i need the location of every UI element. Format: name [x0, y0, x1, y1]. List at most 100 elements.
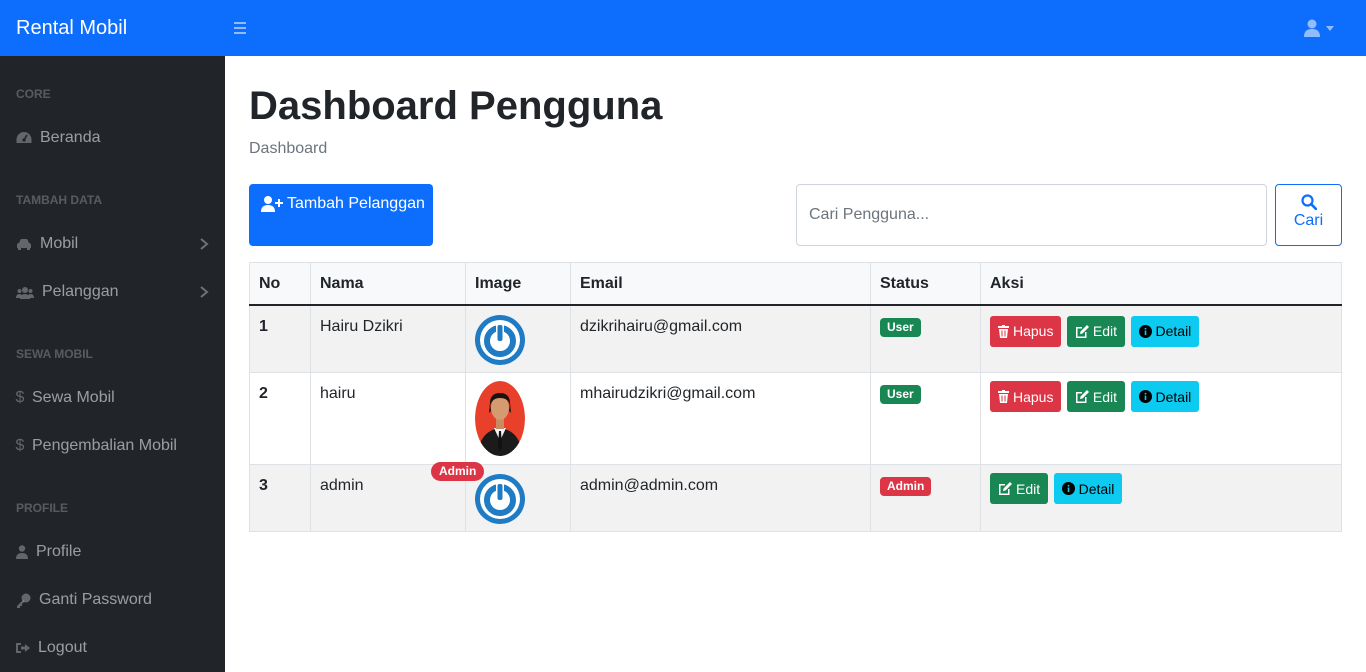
edit-label: Edit	[1092, 388, 1118, 405]
cell-no: 1	[249, 304, 311, 373]
delete-label: Hapus	[1013, 388, 1054, 405]
top-navbar: Rental Mobil	[0, 0, 1366, 56]
sidebar-item-pengembalian-mobil[interactable]: $ Pengembalian Mobil	[0, 426, 225, 466]
column-header-nama: Nama	[310, 262, 466, 306]
delete-button[interactable]: Hapus	[990, 381, 1062, 412]
add-customer-label: Tambah Pelanggan	[287, 195, 425, 212]
sidebar-item-label: Sewa Mobil	[32, 389, 115, 406]
detail-button[interactable]: Detail	[1053, 473, 1123, 504]
info-circle-icon	[1138, 390, 1152, 403]
edit-button[interactable]: Edit	[1066, 381, 1126, 412]
sidebar-item-label: Logout	[38, 639, 87, 656]
delete-label: Hapus	[1013, 323, 1054, 339]
default-avatar-logo	[475, 474, 525, 524]
table-row: 3 admin admin@admin.com Admin Edit Detai…	[249, 464, 1342, 532]
add-customer-button[interactable]: Tambah Pelanggan	[249, 184, 433, 246]
users-icon	[16, 284, 34, 300]
dollar-icon: $	[15, 437, 25, 454]
sidebar-item-mobil[interactable]: Mobil	[0, 224, 225, 264]
cell-nama: Hairu Dzikri	[310, 304, 466, 373]
sidebar-item-logout[interactable]: Logout	[0, 628, 225, 668]
cell-nama: hairu	[310, 372, 466, 465]
search-icon	[1300, 194, 1317, 210]
table-row: 2 hairu mhairudzikri@gmail.com User Hapu…	[249, 372, 1342, 465]
user-dropdown[interactable]	[1300, 16, 1340, 40]
sidebar-heading-tambah-data: TAMBAH DATA	[16, 193, 102, 207]
cell-email: dzikrihairu@gmail.com	[570, 304, 871, 373]
navbar-brand[interactable]: Rental Mobil	[16, 16, 127, 40]
cell-actions: Hapus Edit Detail	[980, 304, 1342, 373]
info-circle-icon	[1138, 324, 1152, 338]
user-icon	[16, 544, 28, 560]
sidebar-item-sewa-mobil[interactable]: $ Sewa Mobil	[0, 378, 225, 418]
car-icon	[16, 236, 32, 252]
cell-status: User	[870, 304, 981, 373]
tachometer-icon	[16, 130, 32, 146]
cell-status: Admin	[870, 464, 981, 532]
sidebar-item-label: Beranda	[40, 129, 101, 146]
column-header-email: Email	[570, 262, 871, 306]
trash-icon	[998, 390, 1009, 403]
sidebar-item-label: Mobil	[40, 235, 79, 252]
edit-button[interactable]: Edit	[1066, 315, 1126, 347]
info-circle-icon	[1061, 482, 1075, 495]
edit-label: Edit	[1092, 323, 1118, 339]
breadcrumb[interactable]: Dashboard	[249, 139, 327, 159]
cell-no: 2	[249, 372, 311, 465]
user-icon	[1304, 19, 1320, 37]
sidebar-item-profile[interactable]: Profile	[0, 532, 225, 572]
cell-image	[465, 372, 571, 465]
search-input[interactable]	[796, 184, 1267, 246]
cell-actions: Edit Detail	[980, 464, 1342, 532]
sidebar-item-ganti-password[interactable]: Ganti Password	[0, 580, 225, 620]
edit-icon	[1075, 324, 1089, 338]
status-badge: User	[880, 385, 921, 404]
chevron-right-icon	[200, 238, 209, 250]
cell-email: mhairudzikri@gmail.com	[570, 372, 871, 465]
dollar-icon: $	[15, 389, 25, 406]
detail-label: Detail	[1078, 480, 1115, 497]
search-button-label: Cari	[1293, 212, 1324, 229]
user-plus-icon	[261, 196, 283, 212]
cell-actions: Hapus Edit Detail	[980, 372, 1342, 465]
detail-label: Detail	[1155, 323, 1192, 339]
search-button[interactable]: Cari	[1275, 184, 1342, 246]
column-header-image: Image	[465, 262, 571, 306]
sidebar-toggle-icon[interactable]	[232, 20, 248, 36]
sidebar-item-label: Pelanggan	[42, 283, 119, 300]
caret-down-icon	[1326, 26, 1334, 31]
edit-icon	[999, 482, 1012, 495]
sign-out-icon	[16, 640, 30, 656]
sidebar-item-beranda[interactable]: Beranda	[0, 118, 225, 158]
sidebar-item-label: Profile	[36, 543, 82, 560]
detail-button[interactable]: Detail	[1130, 381, 1200, 412]
default-avatar-logo	[475, 314, 525, 365]
edit-button[interactable]: Edit	[990, 473, 1049, 504]
cell-no: 3	[249, 464, 311, 532]
sidebar-item-label: Pengembalian Mobil	[32, 437, 177, 454]
delete-button[interactable]: Hapus	[990, 315, 1062, 347]
user-photo	[475, 381, 525, 456]
cell-email: admin@admin.com	[570, 464, 871, 532]
column-header-status: Status	[870, 262, 981, 306]
key-icon	[16, 592, 31, 608]
status-badge: Admin	[880, 477, 932, 496]
sidebar: CORE Beranda TAMBAH DATA Mobil Pelanggan…	[0, 56, 225, 672]
column-header-aksi: Aksi	[980, 262, 1342, 306]
sidebar-heading-core: CORE	[16, 87, 51, 101]
sidebar-heading-profile: PROFILE	[16, 501, 69, 515]
table-row: 1 Hairu Dzikri dzikrihairu@gmail.com Use…	[249, 304, 1342, 373]
cell-image	[465, 304, 571, 373]
sidebar-item-label: Ganti Password	[39, 591, 152, 608]
sidebar-item-pelanggan[interactable]: Pelanggan	[0, 272, 225, 312]
column-header-no: No	[249, 262, 311, 306]
detail-button[interactable]: Detail	[1130, 315, 1200, 347]
cell-status: User	[870, 372, 981, 465]
detail-label: Detail	[1155, 388, 1192, 405]
users-table: No Nama Image Email Status Aksi 1 Hairu …	[249, 262, 1342, 532]
table-header-row: No Nama Image Email Status Aksi	[249, 262, 1342, 306]
chevron-right-icon	[200, 286, 209, 298]
sidebar-heading-sewa-mobil: SEWA MOBIL	[16, 347, 93, 361]
edit-icon	[1075, 390, 1089, 403]
edit-label: Edit	[1016, 480, 1041, 497]
